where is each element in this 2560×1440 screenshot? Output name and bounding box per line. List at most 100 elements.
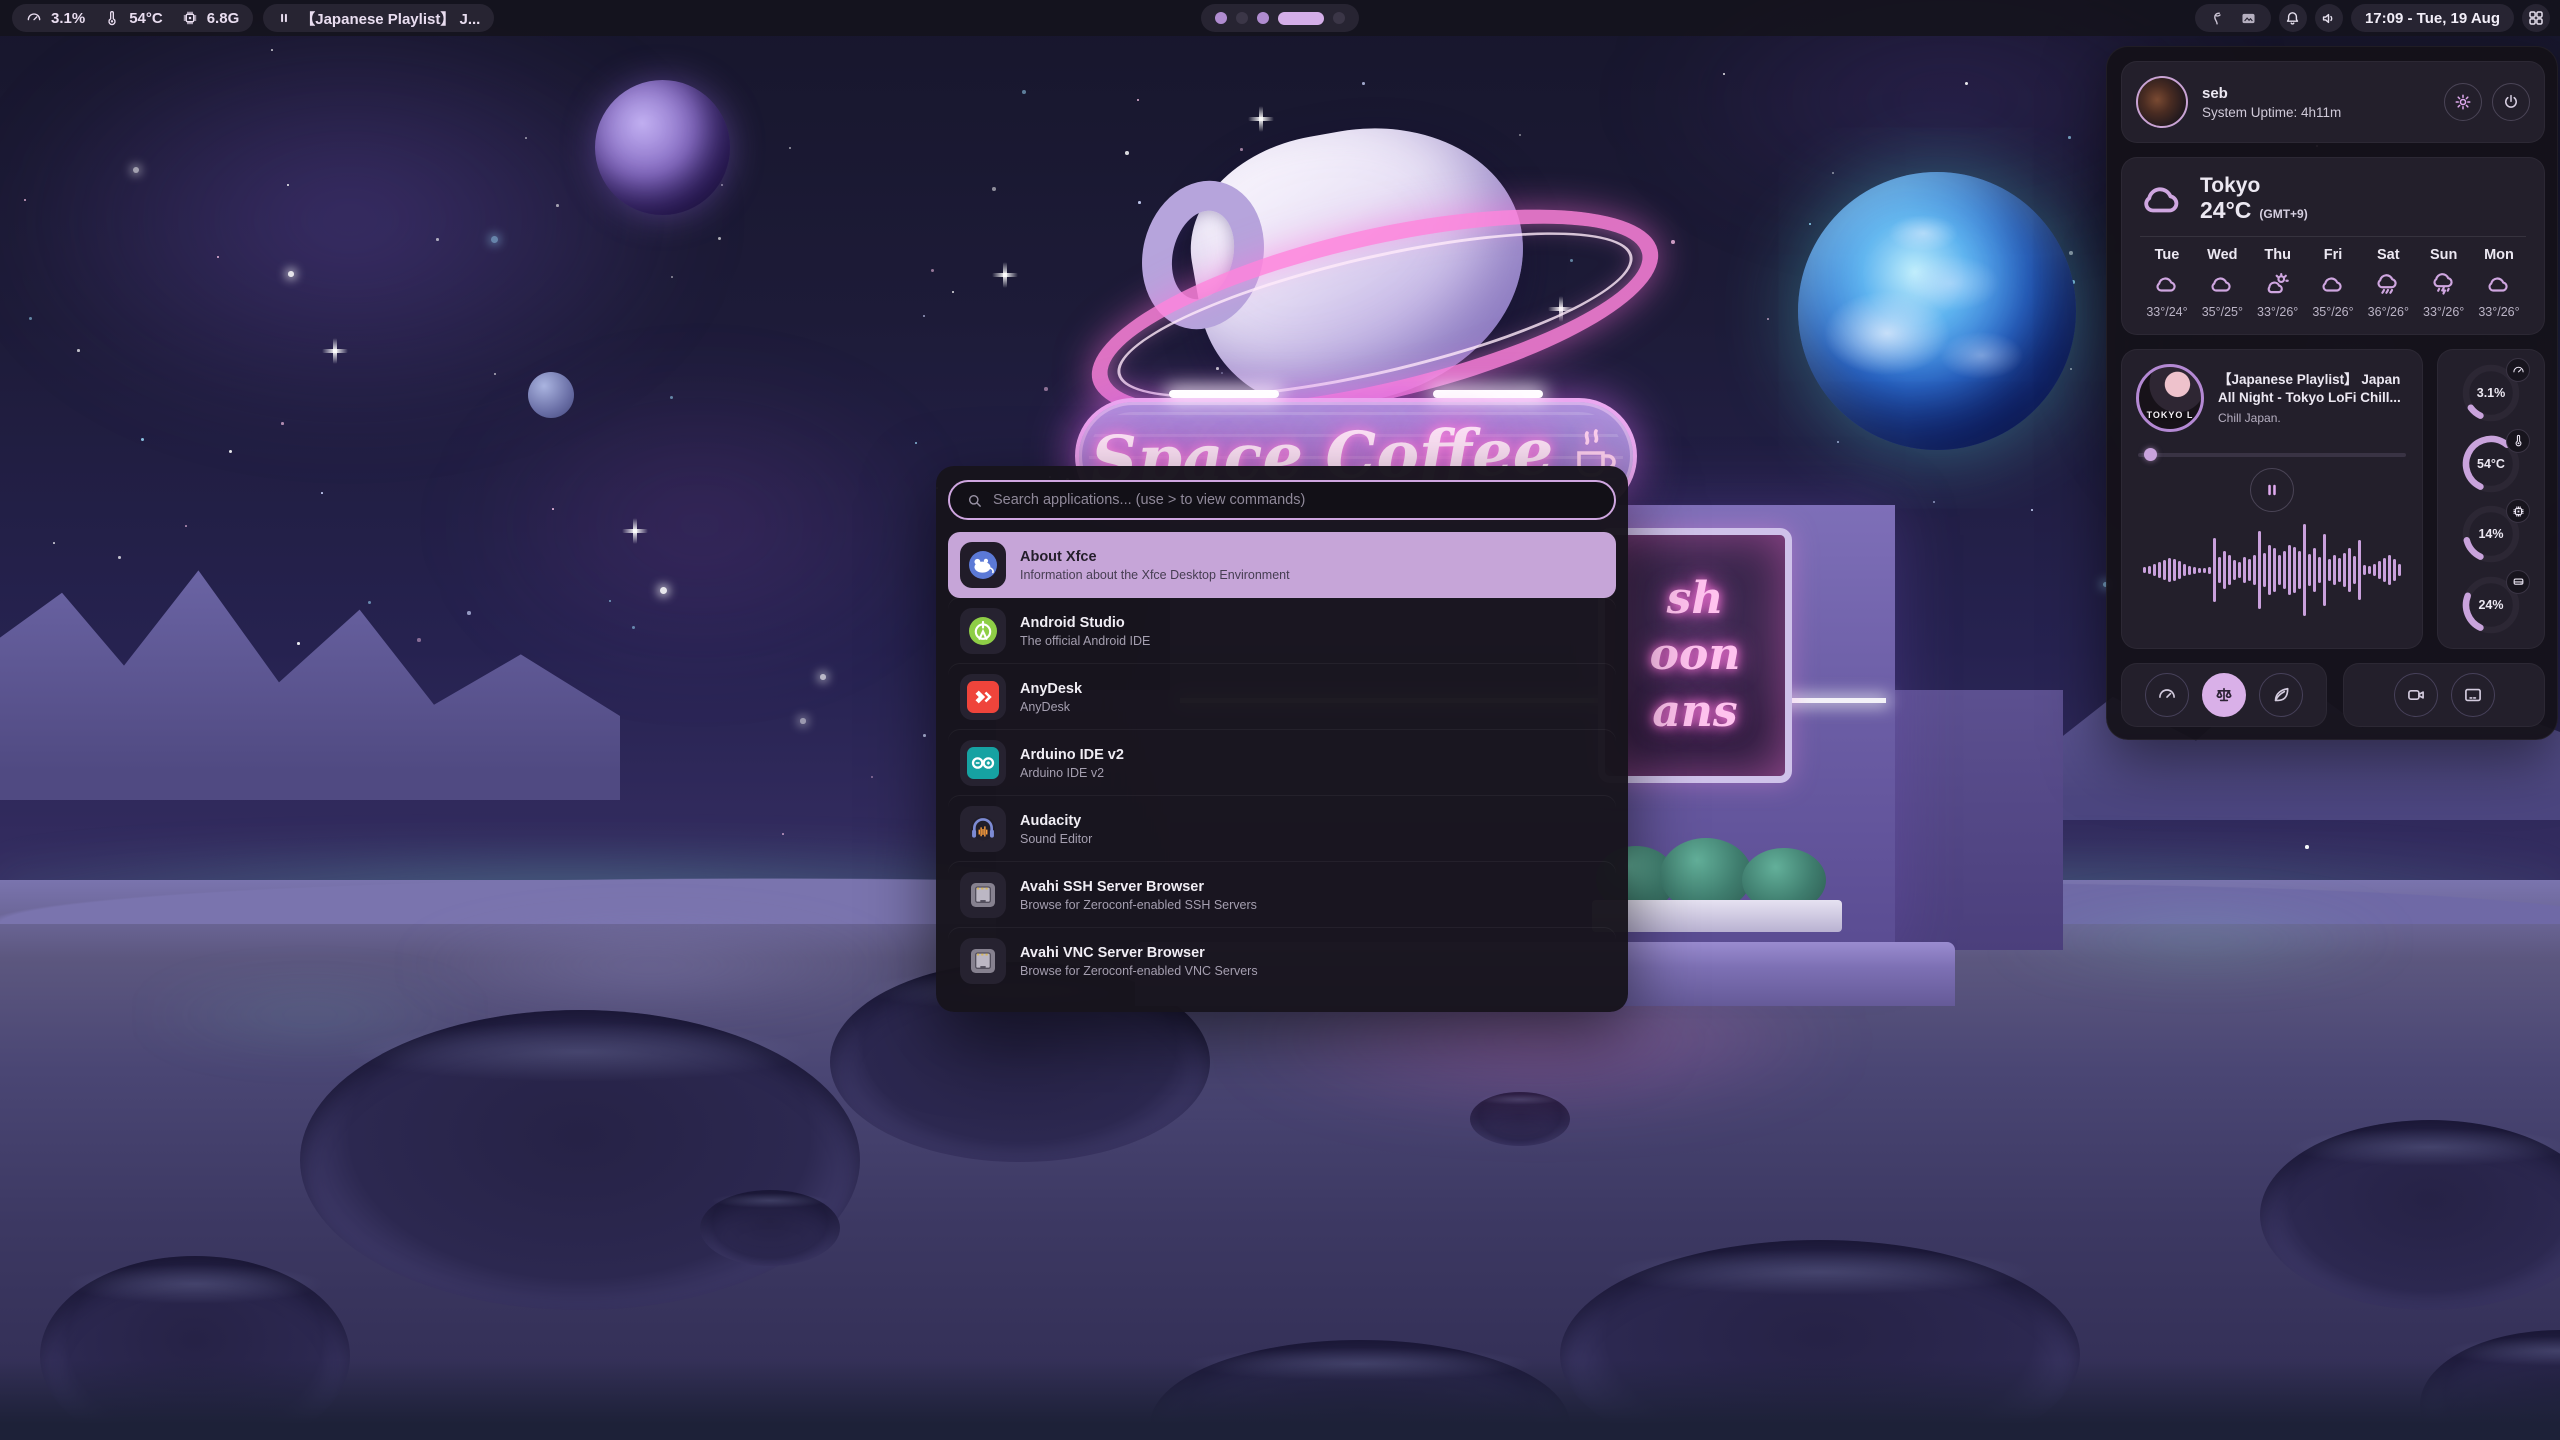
- app-description: The official Android IDE: [1020, 634, 1150, 648]
- visualizer-bar: [2283, 551, 2286, 589]
- stat-value: 6.8G: [207, 10, 240, 27]
- gauge-disk: 24%: [2460, 574, 2522, 636]
- capture-video-camera-button[interactable]: [2394, 673, 2438, 717]
- visualizer-bar: [2153, 564, 2156, 576]
- app-text: AudacitySound Editor: [1020, 812, 1092, 846]
- thermometer-icon: [104, 10, 120, 26]
- launcher-item-avahi-vnc-server-browser[interactable]: Avahi VNC Server BrowserBrowse for Zeroc…: [948, 928, 1616, 994]
- capture-screen-button[interactable]: [2451, 673, 2495, 717]
- system-gauges-card: 3.1% 54°C 14% 24%: [2437, 349, 2545, 649]
- launcher-item-audacity[interactable]: AudacitySound Editor: [948, 796, 1616, 862]
- cloud-icon: [2486, 270, 2512, 298]
- stat-speedometer: 3.1%: [26, 10, 85, 27]
- app-grid-icon: [2527, 9, 2545, 27]
- app-description: Arduino IDE v2: [1020, 766, 1124, 780]
- seek-knob[interactable]: [2144, 448, 2157, 461]
- album-art-caption: TOKYO L: [2139, 410, 2201, 420]
- launcher-item-arduino-ide-v2[interactable]: Arduino IDE v2Arduino IDE v2: [948, 730, 1616, 796]
- cloud-icon: [2209, 270, 2235, 298]
- speedometer-icon: [2157, 685, 2177, 705]
- forecast-wed: Wed35°/25°: [2195, 247, 2249, 319]
- rain-icon: [2375, 270, 2401, 298]
- visualizer-bar: [2383, 558, 2386, 582]
- app-title: AnyDesk: [1020, 680, 1082, 698]
- profile-leaf-button[interactable]: [2259, 673, 2303, 717]
- profile-scales-button[interactable]: [2202, 673, 2246, 717]
- app-description: Information about the Xfce Desktop Envir…: [1020, 568, 1290, 582]
- forecast-temps: 33°/24°: [2146, 305, 2187, 319]
- xfce-app-icon: [960, 542, 1006, 588]
- forecast-mon: Mon33°/26°: [2472, 247, 2526, 319]
- workspace-2[interactable]: [1236, 12, 1248, 24]
- bell-button[interactable]: [2279, 4, 2307, 32]
- visualizer-bar: [2393, 559, 2396, 581]
- forecast-sat: Sat36°/26°: [2361, 247, 2415, 319]
- gear-button[interactable]: [2444, 83, 2482, 121]
- workspace-1[interactable]: [1215, 12, 1227, 24]
- launcher-item-android-studio[interactable]: Android StudioThe official Android IDE: [948, 598, 1616, 664]
- visualizer-bar: [2163, 560, 2166, 580]
- visualizer-bar: [2268, 545, 2271, 595]
- search-bar[interactable]: [948, 480, 1616, 520]
- power-profile-buttons: [2121, 663, 2327, 727]
- now-playing-pill[interactable]: 【Japanese Playlist】 J...: [263, 4, 494, 32]
- seek-track: [2138, 453, 2406, 457]
- forecast-day: Mon: [2484, 247, 2514, 263]
- workspace-3[interactable]: [1257, 12, 1269, 24]
- workspace-indicator[interactable]: [1201, 4, 1359, 32]
- application-launcher: About XfceInformation about the Xfce Des…: [936, 466, 1628, 1012]
- profile-speedometer-button[interactable]: [2145, 673, 2189, 717]
- gear-icon: [2454, 93, 2472, 111]
- media-player-card: TOKYO L 【Japanese Playlist】 Japan All Ni…: [2121, 349, 2423, 649]
- purple-planet: [595, 80, 730, 215]
- application-list: About XfceInformation about the Xfce Des…: [948, 532, 1616, 994]
- visualizer-bar: [2158, 562, 2161, 578]
- app-title: Audacity: [1020, 812, 1092, 830]
- seek-bar[interactable]: [2136, 448, 2408, 460]
- disk-icon: [2506, 570, 2530, 594]
- power-icon: [2502, 93, 2520, 111]
- audacity-app-icon: [960, 806, 1006, 852]
- app-grid-button[interactable]: [2522, 4, 2550, 32]
- system-stats-pill[interactable]: 3.1% 54°C 6.8G: [12, 4, 253, 32]
- play-pause-button[interactable]: [2250, 468, 2294, 512]
- app-text: Android StudioThe official Android IDE: [1020, 614, 1150, 648]
- forecast-tue: Tue 33°/24°: [2140, 247, 2194, 319]
- launcher-item-avahi-ssh-server-browser[interactable]: Avahi SSH Server Browser Browse for Zeroc…: [948, 862, 1616, 928]
- system-tray[interactable]: [2195, 4, 2271, 32]
- speaker-button[interactable]: [2315, 4, 2343, 32]
- launcher-item-anydesk[interactable]: AnyDeskAnyDesk: [948, 664, 1616, 730]
- shop-wing-right: [1893, 690, 2063, 950]
- clock-pill[interactable]: 17:09 - Tue, 19 Aug: [2351, 4, 2514, 32]
- app-text: Arduino IDE v2Arduino IDE v2: [1020, 746, 1124, 780]
- workspace-4-active[interactable]: [1278, 12, 1324, 25]
- cloud-icon: [2320, 270, 2346, 298]
- speedometer-icon: [26, 10, 42, 26]
- window-neon-text: sh: [1667, 575, 1724, 623]
- visualizer-bar: [2308, 554, 2311, 586]
- visualizer-bar: [2398, 564, 2401, 576]
- app-indicator-icon: [2209, 10, 2226, 27]
- app-title: Avahi SSH Server Browser: [1020, 878, 1257, 896]
- top-panel-bar: 3.1% 54°C 6.8G 【Japanese Playlist】 J... 17…: [0, 0, 2560, 36]
- search-input[interactable]: [993, 492, 1598, 508]
- avatar[interactable]: [2136, 76, 2188, 128]
- now-playing-label: 【Japanese Playlist】 J...: [300, 8, 480, 29]
- visualizer-bar: [2298, 551, 2301, 589]
- app-text: AnyDeskAnyDesk: [1020, 680, 1082, 714]
- thermometer-icon: [2506, 429, 2530, 453]
- app-description: Browse for Zeroconf-enabled SSH Servers: [1020, 898, 1257, 912]
- sign-light: [1169, 390, 1279, 398]
- forecast-temps: 35°/26°: [2312, 305, 2353, 319]
- workspace-5[interactable]: [1333, 12, 1345, 24]
- launcher-item-about-xfce[interactable]: About XfceInformation about the Xfce Des…: [948, 532, 1616, 598]
- forecast-day: Tue: [2155, 247, 2180, 263]
- visualizer-bar: [2313, 548, 2316, 592]
- app-text: Avahi SSH Server Browser Browse for Zeroc…: [1020, 878, 1257, 912]
- power-button[interactable]: [2492, 83, 2530, 121]
- visualizer-bar: [2318, 557, 2321, 583]
- app-title: Avahi VNC Server Browser: [1020, 944, 1258, 962]
- stat-thermometer: 54°C: [104, 10, 163, 27]
- gauge-speedometer: 3.1%: [2460, 362, 2522, 424]
- album-art[interactable]: TOKYO L: [2136, 364, 2204, 432]
